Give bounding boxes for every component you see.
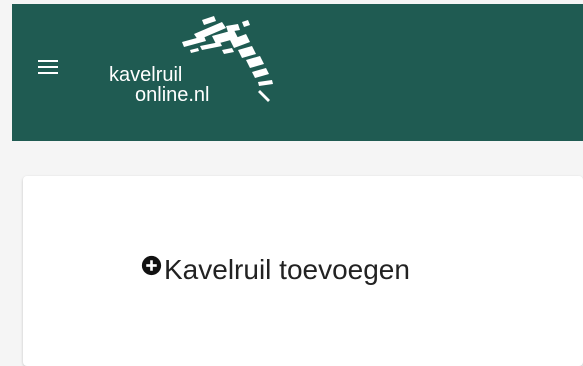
menu-icon-bar: [38, 72, 58, 74]
plus-circle-icon: [141, 255, 162, 275]
add-kavelruil-button[interactable]: Kavelruil toevoegen: [141, 252, 410, 288]
menu-icon-bar: [38, 60, 58, 62]
menu-button[interactable]: [38, 59, 58, 75]
add-kavelruil-label: Kavelruil toevoegen: [164, 254, 410, 285]
menu-icon-bar: [38, 66, 58, 68]
logo[interactable]: kavelruil online.nl: [107, 16, 287, 126]
content-card: Kavelruil toevoegen: [23, 176, 583, 366]
logo-text-online: online.nl: [135, 84, 210, 106]
app-header: kavelruil online.nl: [12, 4, 583, 141]
logo-text-kavelruil: kavelruil: [109, 64, 183, 86]
